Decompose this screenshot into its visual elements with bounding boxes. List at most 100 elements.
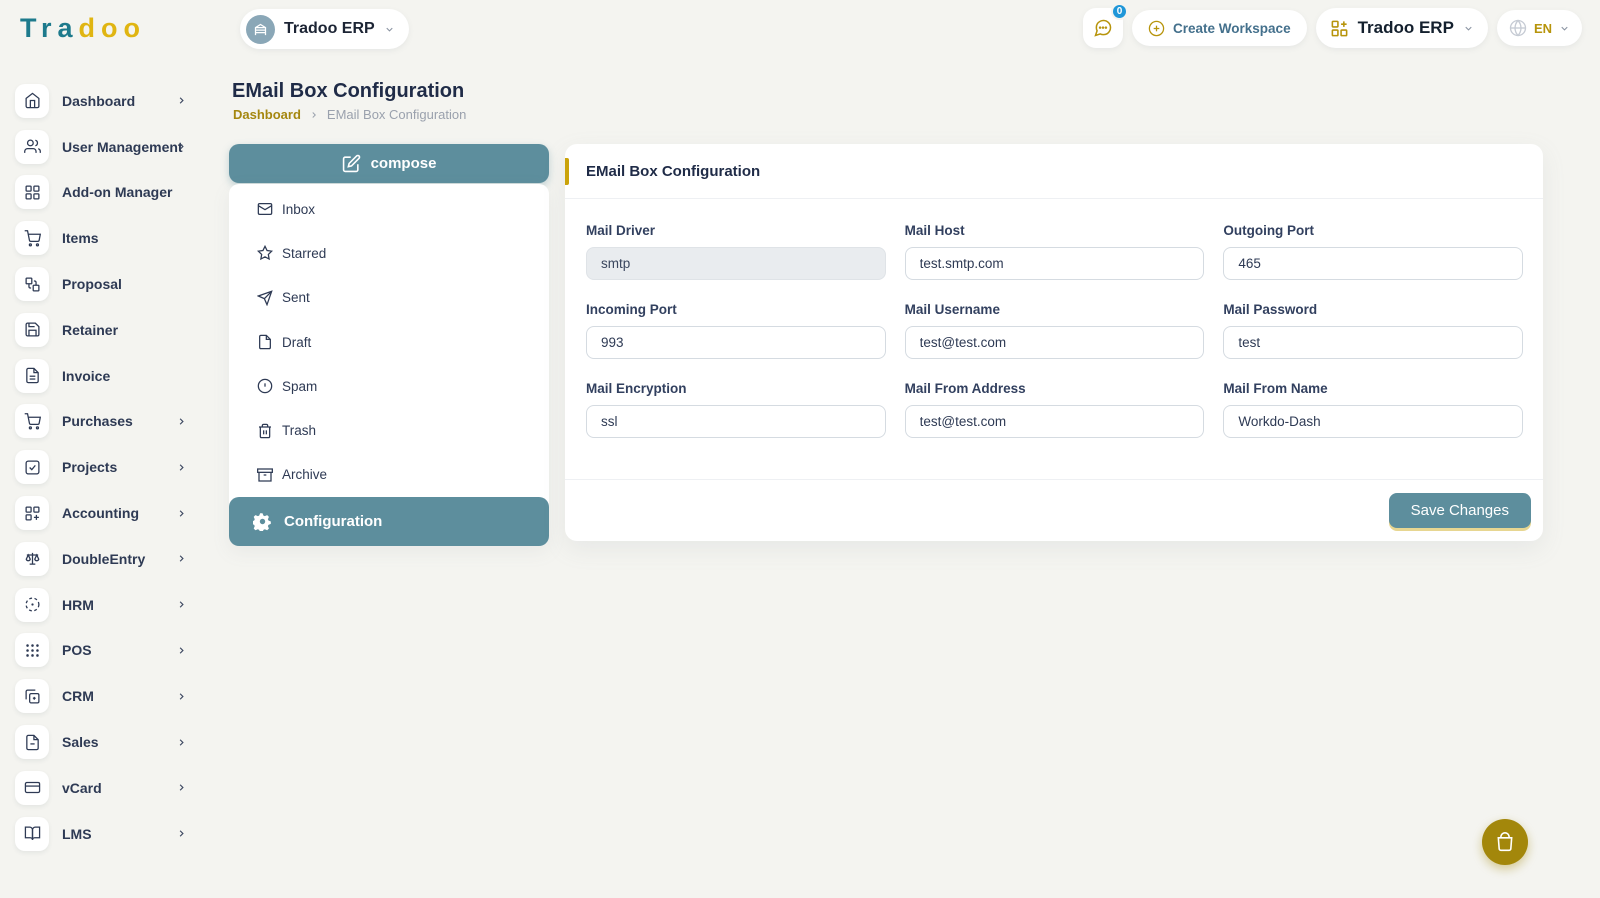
sidebar-item-items[interactable]: Items <box>0 215 212 261</box>
chevron-right-icon <box>176 691 187 702</box>
trash-icon <box>259 423 271 438</box>
mail-driver-input[interactable] <box>586 247 886 280</box>
chat-bubble-icon <box>1094 19 1112 37</box>
mail-username-input[interactable] <box>904 326 1205 359</box>
workspace-selector[interactable]: Tradoo ERP <box>240 9 409 49</box>
send-icon <box>257 290 273 306</box>
sidebar-item-sales[interactable]: Sales <box>0 719 212 765</box>
outgoing-port-input[interactable] <box>1223 247 1523 280</box>
sidebar-item-dashboard[interactable]: Dashboard <box>0 78 212 124</box>
save-changes-button[interactable]: Save Changes <box>1388 493 1531 528</box>
field-mail-encryption: Mail Encryption <box>586 381 886 438</box>
incoming-port-input[interactable] <box>586 326 886 359</box>
marketplace-fab-button[interactable] <box>1482 819 1528 865</box>
mail-from-name-input[interactable] <box>1223 405 1523 438</box>
app-menu-button[interactable]: Tradoo ERP <box>1315 8 1488 48</box>
chevron-right-icon <box>176 828 187 839</box>
gold-accent-bar <box>565 158 569 185</box>
chat-badge: 0 <box>1111 3 1129 20</box>
chat-button[interactable]: 0 <box>1083 3 1129 48</box>
field-label: Mail Host <box>904 223 965 238</box>
chevron-right-icon <box>176 95 187 106</box>
create-workspace-button[interactable]: Create Workspace <box>1132 10 1307 46</box>
field-label: Mail Password <box>1223 302 1318 317</box>
sidebar-item-projects[interactable]: Projects <box>0 444 212 490</box>
sidebar-item-crm[interactable]: CRM <box>0 673 212 719</box>
folder-trash[interactable]: Trash <box>229 408 549 452</box>
sidebar-item-lms[interactable]: LMS <box>0 811 212 857</box>
sidebar-item-label: Proposal <box>62 276 122 293</box>
mail-encryption-input[interactable] <box>586 405 886 438</box>
file-icon <box>259 334 271 350</box>
sidebar-item-user-management[interactable]: User Management <box>0 124 212 170</box>
field-label: Outgoing Port <box>1223 223 1315 238</box>
logo-text-yellow: doo <box>78 13 147 43</box>
folder-archive[interactable]: Archive <box>229 453 549 497</box>
folder-draft[interactable]: Draft <box>229 320 549 364</box>
breadcrumb-current: EMail Box Configuration <box>326 107 467 122</box>
sidebar-item-vcard[interactable]: vCard <box>0 765 212 811</box>
app-menu-label: Tradoo ERP <box>1357 18 1454 37</box>
sidebar-item-proposal[interactable]: Proposal <box>0 261 212 307</box>
compose-button[interactable]: compose <box>229 144 549 183</box>
sidebar-item-invoice[interactable]: Invoice <box>0 353 212 399</box>
dots-grid-icon <box>15 633 49 668</box>
check-square-icon <box>15 450 49 485</box>
language-selector[interactable]: EN <box>1496 10 1582 46</box>
shopping-cart-icon <box>15 221 49 256</box>
sidebar-item-label: Accounting <box>62 505 139 522</box>
star-icon <box>257 245 273 261</box>
sidebar-item-label: vCard <box>62 779 102 796</box>
sidebar-item-label: Items <box>62 230 99 247</box>
sidebar-item-label: DoubleEntry <box>62 550 146 567</box>
field-mail-host: Mail Host <box>904 223 1205 280</box>
folder-label: Sent <box>282 290 310 306</box>
chevron-right-icon <box>176 737 187 748</box>
gear-icon <box>253 513 271 532</box>
workflow-icon <box>15 267 49 302</box>
home-icon <box>15 83 49 118</box>
card-header: EMail Box Configuration <box>565 144 1543 199</box>
folder-sent[interactable]: Sent <box>229 276 549 320</box>
field-label: Mail Username <box>904 302 1000 317</box>
folder-label: Archive <box>282 467 328 483</box>
breadcrumb-dashboard-link[interactable]: Dashboard <box>233 107 301 122</box>
file-invoice-icon <box>15 358 49 393</box>
field-label: Incoming Port <box>586 302 677 317</box>
folder-label: Spam <box>282 378 318 394</box>
sidebar-item-doubleentry[interactable]: DoubleEntry <box>0 536 212 582</box>
sidebar-item-hrm[interactable]: HRM <box>0 582 212 628</box>
sidebar-item-label: Sales <box>62 734 99 751</box>
folder-starred[interactable]: Starred <box>229 231 549 275</box>
create-workspace-label: Create Workspace <box>1173 20 1291 36</box>
grid-plus-icon <box>15 496 49 531</box>
mail-host-input[interactable] <box>904 247 1205 280</box>
sidebar-item-addon-manager[interactable]: Add-on Manager <box>0 170 212 216</box>
credit-card-icon <box>15 770 49 805</box>
mail-password-input[interactable] <box>1223 326 1523 359</box>
sidebar-item-label: POS <box>62 642 92 659</box>
topbar: Tradoo Tradoo ERP 0 Create Workspace Tra… <box>0 0 1600 58</box>
users-icon <box>15 129 49 164</box>
chevron-right-icon <box>309 110 319 120</box>
breadcrumb: Dashboard EMail Box Configuration <box>233 107 466 122</box>
field-label: Mail Driver <box>586 223 656 238</box>
sidebar-item-purchases[interactable]: Purchases <box>0 399 212 445</box>
folder-spam[interactable]: Spam <box>229 364 549 408</box>
save-icon <box>15 312 49 347</box>
folder-label: Inbox <box>282 201 316 217</box>
field-mail-username: Mail Username <box>904 302 1205 359</box>
page-title: EMail Box Configuration <box>232 80 465 102</box>
chevron-right-icon <box>176 462 187 473</box>
sidebar-item-label: Dashboard <box>62 92 136 109</box>
folder-inbox[interactable]: Inbox <box>229 187 549 231</box>
configuration-button[interactable]: Configuration <box>229 497 549 547</box>
mail-from-address-input[interactable] <box>904 405 1205 438</box>
field-label: Mail From Address <box>904 381 1026 396</box>
sidebar-item-pos[interactable]: POS <box>0 628 212 674</box>
sidebar-item-accounting[interactable]: Accounting <box>0 490 212 536</box>
chevron-right-icon <box>176 782 187 793</box>
chevron-right-icon <box>176 553 187 564</box>
configuration-label: Configuration <box>284 513 383 531</box>
sidebar-item-retainer[interactable]: Retainer <box>0 307 212 353</box>
